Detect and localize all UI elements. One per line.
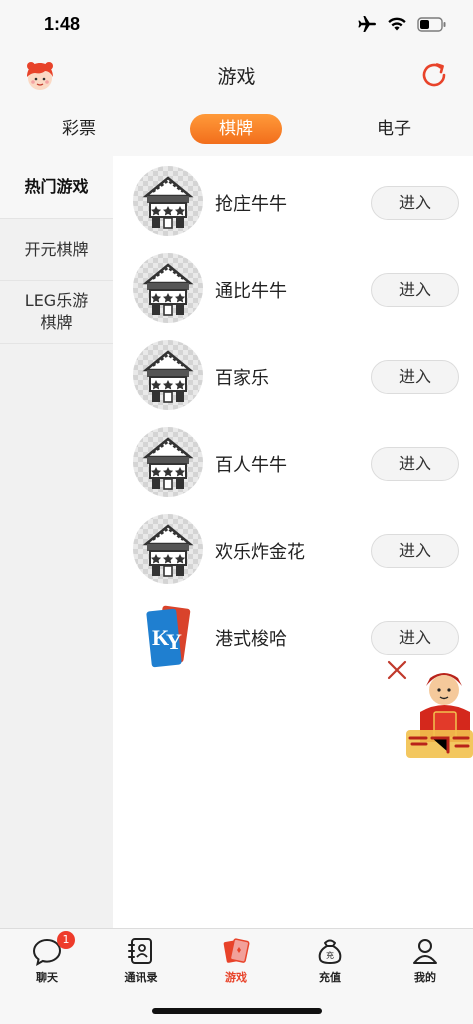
slot-machine-icon [133, 514, 203, 584]
nav-label: 聊天 [36, 971, 58, 984]
svg-text:充: 充 [326, 950, 334, 960]
chat-icon: 1 [31, 931, 75, 967]
list-item: 百家乐 进入 [113, 332, 473, 419]
close-icon[interactable] [386, 659, 408, 681]
header: 游戏 [0, 50, 473, 102]
nav-label: 游戏 [225, 971, 247, 984]
tab-lottery[interactable]: 彩票 [40, 114, 118, 144]
slot-machine-icon [133, 166, 203, 236]
list-item: 欢乐炸金花 进入 [113, 506, 473, 593]
refresh-icon[interactable] [419, 60, 449, 90]
nav-label: 通讯录 [124, 971, 158, 984]
enter-button[interactable]: 进入 [371, 186, 459, 220]
game-name: 百家乐 [215, 368, 269, 389]
sidebar-item-kaiyuan[interactable]: 开元棋牌 [0, 219, 113, 281]
enter-button[interactable]: 进入 [371, 447, 459, 481]
status-icons [357, 15, 447, 33]
ky-card-icon: K Y [133, 601, 203, 671]
svg-text:Y: Y [166, 629, 182, 654]
game-list: 抢庄牛牛 进入 通比牛牛 进入 百家乐 进入 百人牛牛 进入 欢乐炸金花 进入 … [113, 156, 473, 928]
page-title: 游戏 [217, 66, 256, 88]
list-item: 抢庄牛牛 进入 [113, 158, 473, 245]
enter-button[interactable]: 进入 [371, 273, 459, 307]
unread-badge: 1 [57, 931, 75, 949]
sidebar-item-leg[interactable]: LEG乐游 棋牌 [0, 281, 113, 344]
profile-icon [409, 935, 441, 967]
nav-recharge[interactable]: 充 充值 [290, 935, 370, 985]
home-indicator [152, 1008, 322, 1014]
list-item: 通比牛牛 进入 [113, 245, 473, 332]
tab-board-games[interactable]: 棋牌 [190, 114, 282, 144]
enter-button[interactable]: 进入 [371, 534, 459, 568]
game-name: 港式梭哈 [215, 629, 287, 650]
contacts-icon [125, 935, 157, 967]
list-item: 百人牛牛 进入 [113, 419, 473, 506]
nav-label: 我的 [414, 971, 436, 984]
game-name: 百人牛牛 [215, 455, 287, 476]
enter-button[interactable]: 进入 [371, 621, 459, 655]
tab-electronic[interactable]: 电子 [356, 114, 432, 144]
nav-profile[interactable]: 我的 [385, 935, 465, 985]
recharge-icon: 充 [314, 935, 346, 967]
enter-button[interactable]: 进入 [371, 360, 459, 394]
game-icon [220, 935, 252, 967]
game-name: 欢乐炸金花 [215, 542, 305, 563]
list-item: K Y 港式梭哈 进入 [113, 593, 473, 680]
wifi-icon [388, 17, 406, 31]
slot-machine-icon [133, 253, 203, 323]
category-tabs: 彩票 棋牌 电子 [0, 104, 473, 156]
red-envelope-icon[interactable] [406, 668, 473, 760]
slot-machine-icon [133, 340, 203, 410]
slot-machine-icon [133, 427, 203, 497]
sidebar: 热门游戏 开元棋牌 LEG乐游 棋牌 [0, 156, 113, 928]
nav-chat[interactable]: 1 聊天 [7, 931, 87, 985]
nav-contacts[interactable]: 通讯录 [101, 935, 181, 985]
game-name: 抢庄牛牛 [215, 194, 287, 215]
status-time: 1:48 [44, 14, 81, 34]
game-name: 通比牛牛 [215, 281, 287, 302]
airplane-icon [358, 16, 376, 32]
nav-label: 充值 [319, 971, 341, 984]
battery-icon [417, 16, 446, 32]
sidebar-item-hot-games[interactable]: 热门游戏 [0, 156, 113, 219]
nav-games[interactable]: 游戏 [196, 935, 276, 985]
status-bar: 1:48 [0, 0, 473, 50]
